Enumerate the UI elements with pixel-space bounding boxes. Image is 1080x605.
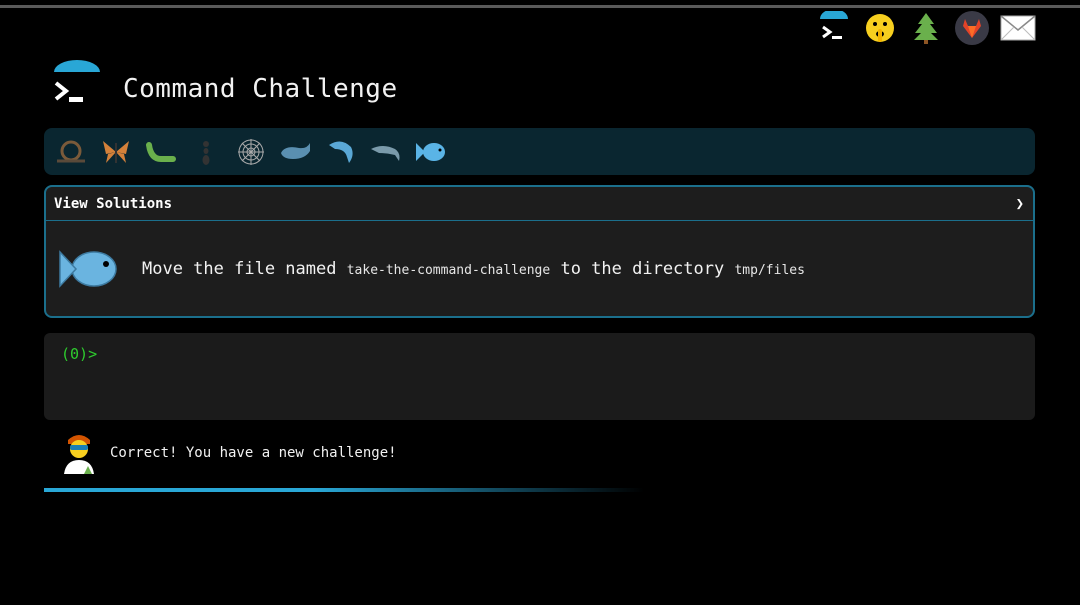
whale-icon[interactable] <box>277 133 314 170</box>
challenge-body: Move the file named take-the-command-cha… <box>46 221 1033 316</box>
task-middle: to the directory <box>560 259 725 279</box>
gitlab-icon[interactable] <box>954 10 990 46</box>
terminal-input[interactable]: (0)> <box>44 333 1035 420</box>
ant-icon[interactable] <box>187 133 224 170</box>
app-logo-icon <box>52 60 102 110</box>
progress-bar <box>44 488 644 492</box>
dolphin-jump-icon[interactable] <box>322 133 359 170</box>
top-divider <box>0 5 1080 8</box>
dolphin-icon[interactable] <box>367 133 404 170</box>
scientist-avatar-icon <box>56 430 102 476</box>
fish-icon <box>58 244 120 294</box>
snail-icon[interactable] <box>52 133 89 170</box>
task-filename: take-the-command-challenge <box>346 263 551 278</box>
challenge-description: Move the file named take-the-command-cha… <box>142 259 805 279</box>
fish-icon[interactable] <box>412 133 449 170</box>
terminal-logo-icon[interactable] <box>816 10 852 46</box>
mail-icon[interactable] <box>1000 10 1036 46</box>
chevron-right-icon: ❯ <box>1015 195 1024 212</box>
challenge-card: View Solutions ❯ Move the file named tak… <box>44 185 1035 318</box>
page-title: Command Challenge <box>123 74 398 104</box>
shush-emoji-icon[interactable] <box>862 10 898 46</box>
task-directory: tmp/files <box>734 263 805 278</box>
feedback-row: Correct! You have a new challenge! <box>56 430 397 476</box>
feedback-message: Correct! You have a new challenge! <box>110 445 397 461</box>
terminal-prompt: (0)> <box>61 345 98 363</box>
task-prefix: Move the file named <box>142 259 337 279</box>
butterfly-icon[interactable] <box>97 133 134 170</box>
view-solutions-toggle[interactable]: View Solutions ❯ <box>46 187 1033 221</box>
view-solutions-label: View Solutions <box>54 195 173 212</box>
challenge-level-bar <box>44 128 1035 175</box>
spiderweb-icon[interactable] <box>232 133 269 170</box>
caterpillar-icon[interactable] <box>142 133 179 170</box>
top-icon-bar <box>816 10 1036 46</box>
tree-icon[interactable] <box>908 10 944 46</box>
